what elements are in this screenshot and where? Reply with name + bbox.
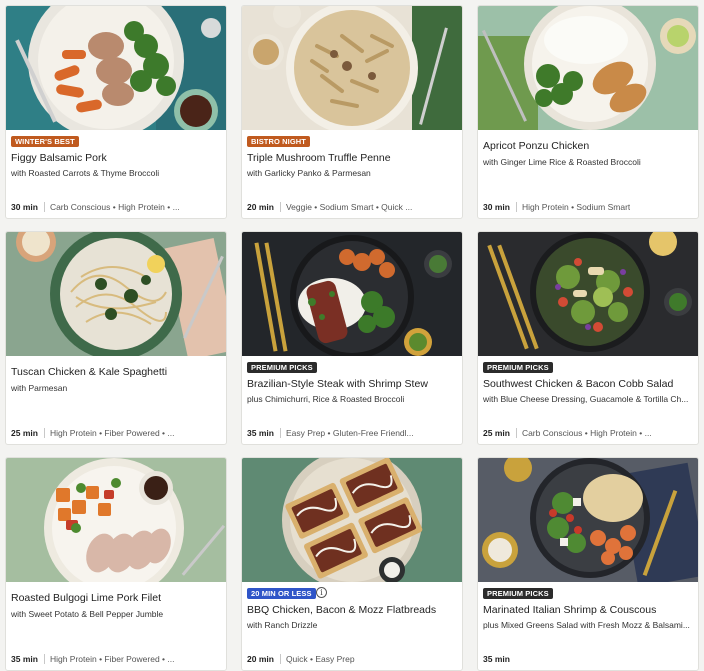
recipe-card-roasted-bulgogi-lime-pork[interactable]: Roasted Bulgogi Lime Pork Filet with Swe… — [5, 457, 227, 671]
recipe-grid: WINTER'S BEST Figgy Balsamic Pork with R… — [5, 5, 699, 671]
recipe-subtitle: plus Chimichurri, Rice & Roasted Broccol… — [247, 394, 405, 404]
recipe-tags: Easy Prep • Gluten-Free Friendl... — [285, 428, 414, 438]
recipe-subtitle: with Sweet Potato & Bell Pepper Jumble — [11, 609, 164, 619]
recipe-subtitle: with Garlicky Panko & Parmesan — [247, 168, 371, 178]
recipe-subtitle: with Roasted Carrots & Thyme Broccoli — [11, 168, 160, 178]
recipe-meta: 25 min High Protein • Fiber Powered • ..… — [11, 428, 220, 438]
recipe-photo[interactable] — [6, 232, 226, 356]
recipe-photo[interactable] — [242, 458, 462, 582]
badge-premium-picks: PREMIUM PICKS — [483, 588, 553, 599]
info-icon[interactable]: i — [316, 587, 327, 598]
recipe-meta: 20 min Veggie • Sodium Smart • Quick ... — [247, 202, 456, 212]
recipe-tags: Carb Conscious • High Protein • ... — [521, 428, 652, 438]
divider — [279, 428, 281, 438]
badge-premium-picks: PREMIUM PICKS — [247, 362, 317, 373]
badge-winters-best: WINTER'S BEST — [11, 136, 79, 147]
recipe-subtitle: plus Mixed Greens Salad with Fresh Mozz … — [483, 620, 690, 630]
badge-premium-picks: PREMIUM PICKS — [483, 362, 553, 373]
recipe-meta: 30 min High Protein • Sodium Smart — [483, 202, 692, 212]
recipe-title[interactable]: BBQ Chicken, Bacon & Mozz Flatbreads — [247, 604, 458, 616]
recipe-photo[interactable] — [478, 232, 698, 356]
cook-time: 20 min — [247, 654, 274, 664]
recipe-card-marinated-italian-shrimp[interactable]: PREMIUM PICKS Marinated Italian Shrimp &… — [477, 457, 699, 671]
recipe-meta: 25 min Carb Conscious • High Protein • .… — [483, 428, 692, 438]
recipe-photo[interactable] — [6, 6, 226, 130]
recipe-card-tuscan-chicken-kale-spaghetti[interactable]: Tuscan Chicken & Kale Spaghetti with Par… — [5, 231, 227, 445]
recipe-title[interactable]: Triple Mushroom Truffle Penne — [247, 152, 458, 164]
recipe-meta: 20 min Quick • Easy Prep — [247, 654, 456, 664]
recipe-title[interactable]: Tuscan Chicken & Kale Spaghetti — [11, 366, 222, 378]
cook-time: 35 min — [11, 654, 38, 664]
recipe-subtitle: with Ranch Drizzle — [247, 620, 318, 630]
cook-time: 30 min — [11, 202, 38, 212]
badge-20-min-or-less: 20 MIN OR LESS — [247, 588, 316, 599]
cook-time: 25 min — [11, 428, 38, 438]
recipe-title[interactable]: Marinated Italian Shrimp & Couscous — [483, 604, 694, 616]
recipe-title[interactable]: Southwest Chicken & Bacon Cobb Salad — [483, 378, 694, 390]
recipe-tags: Carb Conscious • High Protein • ... — [49, 202, 180, 212]
recipe-meta: 35 min — [483, 654, 692, 664]
recipe-photo[interactable] — [6, 458, 226, 582]
recipe-tags: High Protein • Fiber Powered • ... — [49, 654, 175, 664]
recipe-photo[interactable] — [242, 232, 462, 356]
recipe-tags: High Protein • Sodium Smart — [521, 202, 631, 212]
recipe-meta: 35 min High Protein • Fiber Powered • ..… — [11, 654, 220, 664]
recipe-title[interactable]: Apricot Ponzu Chicken — [483, 140, 694, 152]
badge-bistro-night: BISTRO NIGHT — [247, 136, 310, 147]
recipe-title[interactable]: Figgy Balsamic Pork — [11, 152, 222, 164]
divider — [43, 428, 45, 438]
recipe-card-figgy-balsamic-pork[interactable]: WINTER'S BEST Figgy Balsamic Pork with R… — [5, 5, 227, 219]
recipe-subtitle: with Ginger Lime Rice & Roasted Broccoli — [483, 157, 641, 167]
recipe-card-bbq-chicken-flatbreads[interactable]: 20 MIN OR LESS i BBQ Chicken, Bacon & Mo… — [241, 457, 463, 671]
recipe-photo[interactable] — [478, 458, 698, 582]
divider — [279, 202, 281, 212]
cook-time: 25 min — [483, 428, 510, 438]
recipe-title[interactable]: Brazilian-Style Steak with Shrimp Stew — [247, 378, 458, 390]
cook-time: 35 min — [247, 428, 274, 438]
recipe-subtitle: with Parmesan — [11, 383, 68, 393]
divider — [515, 428, 517, 438]
recipe-card-southwest-cobb-salad[interactable]: PREMIUM PICKS Southwest Chicken & Bacon … — [477, 231, 699, 445]
recipe-photo[interactable] — [242, 6, 462, 130]
recipe-card-apricot-ponzu-chicken[interactable]: Apricot Ponzu Chicken with Ginger Lime R… — [477, 5, 699, 219]
recipe-tags: High Protein • Fiber Powered • ... — [49, 428, 175, 438]
cook-time: 35 min — [483, 654, 510, 664]
divider — [515, 202, 517, 212]
recipe-tags: Veggie • Sodium Smart • Quick ... — [285, 202, 413, 212]
recipe-card-brazilian-style-steak[interactable]: PREMIUM PICKS Brazilian-Style Steak with… — [241, 231, 463, 445]
cook-time: 30 min — [483, 202, 510, 212]
recipe-subtitle: with Blue Cheese Dressing, Guacamole & T… — [483, 394, 689, 404]
recipe-meta: 35 min Easy Prep • Gluten-Free Friendl..… — [247, 428, 456, 438]
divider — [43, 202, 45, 212]
divider — [43, 654, 45, 664]
recipe-meta: 30 min Carb Conscious • High Protein • .… — [11, 202, 220, 212]
recipe-tags: Quick • Easy Prep — [285, 654, 355, 664]
recipe-card-triple-mushroom-truffle-penne[interactable]: BISTRO NIGHT Triple Mushroom Truffle Pen… — [241, 5, 463, 219]
cook-time: 20 min — [247, 202, 274, 212]
recipe-photo[interactable] — [478, 6, 698, 130]
recipe-title[interactable]: Roasted Bulgogi Lime Pork Filet — [11, 592, 222, 604]
divider — [279, 654, 281, 664]
